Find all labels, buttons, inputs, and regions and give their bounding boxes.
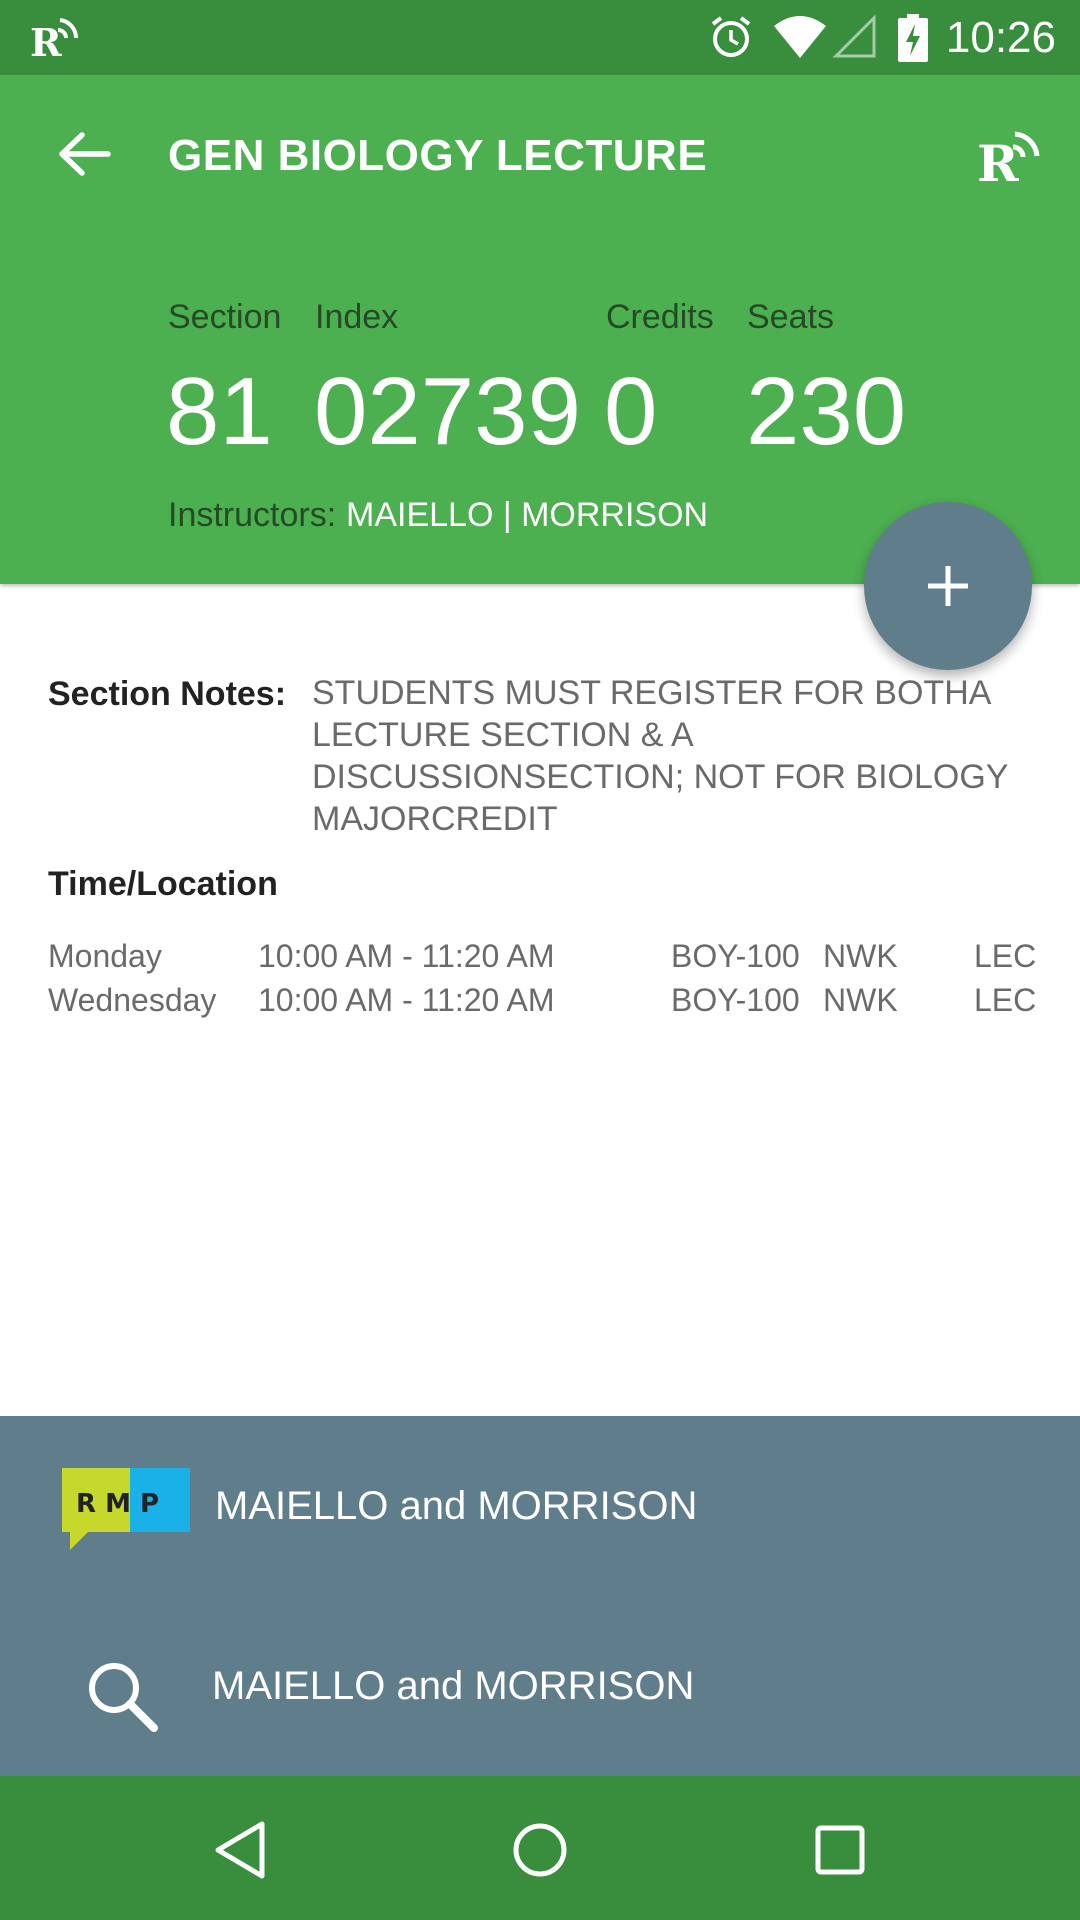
credits-label: Credits: [606, 298, 714, 336]
rutgers-logo-icon: R: [975, 125, 1041, 193]
nav-recents-button[interactable]: [804, 1814, 876, 1886]
home-circle-icon: [513, 1823, 567, 1877]
seats-label: Seats: [747, 298, 834, 336]
time-location-header: Time/Location: [48, 865, 278, 903]
instructors-label: Instructors:: [168, 496, 337, 534]
schedule-campus: NWK: [823, 938, 898, 974]
credits-value: 0: [604, 358, 658, 465]
add-section-button[interactable]: [864, 502, 1032, 670]
search-icon: [84, 1658, 160, 1739]
schedule-day: Monday: [48, 938, 162, 974]
schedule-campus: NWK: [823, 982, 898, 1018]
rmp-logo-icon: R M P: [62, 1468, 190, 1550]
section-notes-text: STUDENTS MUST REGISTER FOR BOTHA LECTURE…: [312, 674, 1008, 838]
alarm-icon: [708, 14, 754, 65]
rmp-instructors-label: MAIELLO and MORRISON: [215, 1484, 698, 1528]
schedule-room: BOY-100: [671, 982, 800, 1018]
signal-icon: [832, 14, 878, 65]
wifi-icon: [772, 14, 828, 65]
status-time: 10:26: [945, 13, 1056, 62]
back-button[interactable]: [56, 129, 116, 179]
plus-icon: [928, 566, 968, 606]
schedule-room: BOY-100: [671, 938, 800, 974]
index-value: 02739: [314, 358, 581, 465]
search-instructors-row[interactable]: MAIELLO and MORRISON: [0, 1596, 1080, 1776]
system-nav-bar: [0, 1776, 1080, 1920]
status-bar: R 10:26: [0, 0, 1080, 75]
schedule-row: Wednesday 10:00 AM - 11:20 AM BOY-100 NW…: [0, 978, 1080, 1022]
nav-home-button[interactable]: [504, 1814, 576, 1886]
schedule-type: LEC: [974, 938, 1037, 974]
battery-charging-icon: [898, 14, 928, 67]
section-value: 81: [166, 358, 273, 465]
section-label: Section: [168, 298, 282, 336]
app-notification-icon: R: [28, 12, 80, 67]
instructor-links-panel: R M P MAIELLO and MORRISON MAIELLO and M…: [0, 1416, 1080, 1776]
arrow-back-icon: [59, 132, 111, 176]
schedule-day: Wednesday: [48, 982, 217, 1018]
rmp-link-row[interactable]: R M P MAIELLO and MORRISON: [0, 1416, 1080, 1596]
instructors-value: MAIELLO | MORRISON: [346, 496, 709, 534]
search-instructors-label: MAIELLO and MORRISON: [212, 1664, 695, 1708]
page-title: GEN BIOLOGY LECTURE: [168, 131, 708, 180]
schedule-time: 10:00 AM - 11:20 AM: [258, 982, 555, 1018]
index-label: Index: [315, 298, 399, 336]
nav-back-button[interactable]: [204, 1814, 276, 1886]
recents-square-icon: [815, 1825, 865, 1875]
schedule-type: LEC: [974, 982, 1037, 1018]
seats-value: 230: [746, 358, 907, 465]
schedule-time: 10:00 AM - 11:20 AM: [258, 938, 555, 974]
section-notes-label: Section Notes:: [48, 675, 287, 713]
back-triangle-icon: [215, 1821, 265, 1879]
svg-text:R: R: [30, 20, 62, 62]
schedule-row: Monday 10:00 AM - 11:20 AM BOY-100 NWK L…: [0, 934, 1080, 978]
rmp-logo-text: R M P: [76, 1489, 159, 1519]
svg-text:R: R: [977, 134, 1019, 187]
